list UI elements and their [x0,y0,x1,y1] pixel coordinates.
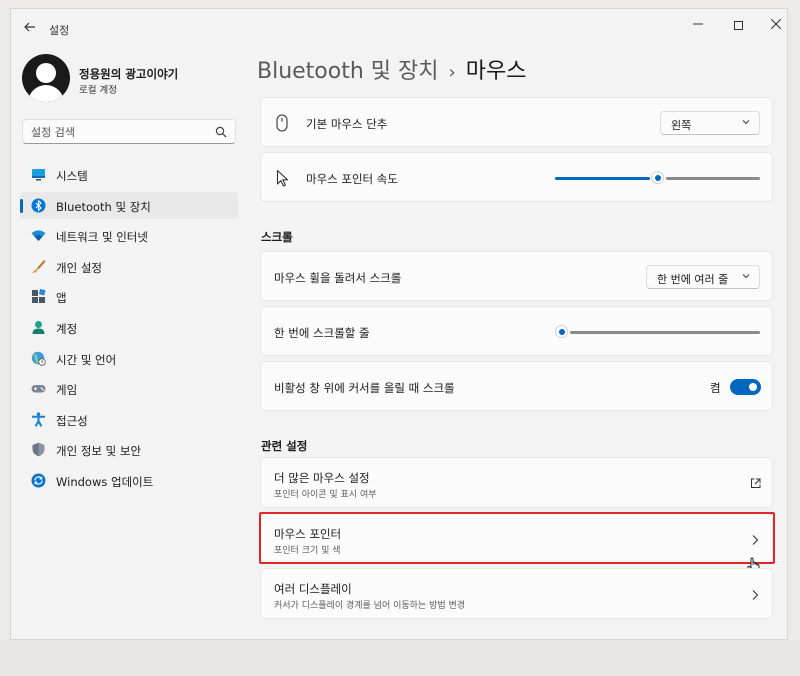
slider-fill [555,177,650,180]
title-bar: 설정 [11,9,787,49]
update-icon [31,473,46,488]
avatar[interactable] [22,54,70,102]
accessibility-icon [32,412,45,427]
chevron-down-icon [742,274,750,279]
slider-track [570,331,760,334]
inactive-scroll-toggle[interactable] [730,379,761,395]
pointer-icon [276,169,289,187]
maximize-icon [733,21,743,30]
setting-primary-mouse-button: 기본 마우스 단추 왼쪽 [260,97,773,147]
sidebar-item-bluetooth[interactable]: Bluetooth 및 장치 [20,191,238,219]
bluetooth-icon [31,198,46,213]
slider-thumb[interactable] [651,171,664,184]
slider-track [666,177,760,180]
dropdown-value: 한 번에 여러 줄 [657,273,729,286]
sidebar-item-label: 게임 [56,383,78,398]
related-item-title: 더 많은 마우스 설정 [274,471,370,485]
setting-inactive-window-scroll: 비활성 창 위에 커서를 올릴 때 스크롤 켬 [260,361,773,411]
settings-window: 설정 정용원의 광고이야기 로컬 계정 시스템 Bluetooth 및 장치 네… [10,8,788,640]
sidebar-item-label: 접근성 [56,413,88,428]
chevron-down-icon [742,120,750,125]
sidebar-item-label: 개인 설정 [56,260,102,275]
close-button[interactable] [761,15,787,37]
sidebar-item-accounts[interactable]: 계정 [20,314,238,341]
toggle-state-label: 켬 [710,381,721,395]
section-title-scroll: 스크롤 [261,230,293,244]
setting-label: 비활성 창 위에 커서를 올릴 때 스크롤 [274,381,455,395]
wheel-scroll-dropdown[interactable]: 한 번에 여러 줄 [646,265,760,289]
mouse-icon [276,114,288,132]
setting-label: 한 번에 스크롤할 줄 [274,326,370,340]
primary-button-dropdown[interactable]: 왼쪽 [660,111,760,135]
sidebar-item-privacy[interactable]: 개인 정보 및 보안 [20,436,238,463]
setting-label: 마우스 휠을 돌려서 스크롤 [274,271,402,285]
sidebar-item-personalization[interactable]: 개인 설정 [20,253,238,280]
desktop-background [0,640,800,676]
dropdown-value: 왼쪽 [671,119,692,132]
sidebar-item-label: Windows 업데이트 [56,474,154,489]
related-item-mouse-pointer[interactable]: 마우스 포인터 포인터 크기 및 색 [260,513,773,563]
sidebar-item-time-language[interactable]: 시간 및 언어 [20,345,238,372]
settings-search[interactable] [22,119,236,144]
gaming-icon [31,385,46,393]
scroll-lines-slider[interactable] [555,325,760,339]
sidebar-item-label: 네트워크 및 인터넷 [56,230,148,245]
sidebar-item-update[interactable]: Windows 업데이트 [20,467,238,494]
sidebar-nav: 시스템 Bluetooth 및 장치 네트워크 및 인터넷 개인 설정 앱 계정… [20,161,238,498]
related-item-subtitle: 포인터 크기 및 색 [274,546,341,556]
breadcrumb-separator: › [448,62,456,83]
related-item-title: 여러 디스플레이 [274,582,352,596]
sidebar-item-label: 개인 정보 및 보안 [56,444,142,459]
privacy-icon [32,443,45,457]
accounts-icon [32,320,45,334]
sidebar-item-apps[interactable]: 앱 [20,283,238,310]
account-type: 로컬 계정 [79,85,117,96]
active-indicator [20,198,23,213]
back-arrow-icon[interactable] [19,20,41,38]
slider-thumb[interactable] [555,325,568,338]
sidebar-item-network[interactable]: 네트워크 및 인터넷 [20,222,238,249]
chevron-right-icon [752,535,759,545]
user-name: 정용원의 광고이야기 [79,67,179,81]
sidebar-item-label: Bluetooth 및 장치 [56,199,151,214]
setting-label: 기본 마우스 단추 [306,117,388,131]
network-icon [31,230,46,242]
search-input[interactable] [31,124,211,140]
setting-pointer-speed: 마우스 포인터 속도 [260,152,773,202]
app-title: 설정 [49,24,70,37]
sidebar-item-gaming[interactable]: 게임 [20,375,238,402]
maximize-button[interactable] [723,15,753,37]
related-item-multiple-displays[interactable]: 여러 디스플레이 커서가 디스플레이 경계를 넘어 이동하는 방법 변경 [260,568,773,619]
minimize-button[interactable] [683,15,713,37]
section-title-related: 관련 설정 [261,439,308,453]
related-item-subtitle: 포인터 아이콘 및 표시 여부 [274,490,377,500]
setting-label: 마우스 포인터 속도 [306,172,398,186]
sidebar-item-label: 앱 [56,291,67,306]
chevron-right-icon [752,590,759,600]
related-item-title: 마우스 포인터 [274,527,342,541]
related-item-more-mouse-settings[interactable]: 더 많은 마우스 설정 포인터 아이콘 및 표시 여부 [260,457,773,508]
apps-icon [32,289,46,304]
sidebar-item-label: 시스템 [56,169,88,183]
sidebar-item-accessibility[interactable]: 접근성 [20,406,238,433]
search-icon[interactable] [215,126,227,138]
sidebar-item-label: 계정 [56,321,78,336]
time-language-icon [31,351,46,366]
setting-wheel-scroll: 마우스 휠을 돌려서 스크롤 한 번에 여러 줄 [260,251,773,301]
system-icon [32,169,45,181]
sidebar-item-label: 시간 및 언어 [56,352,117,367]
personalization-icon [32,259,46,273]
breadcrumb-parent[interactable]: Bluetooth 및 장치 [257,59,439,84]
related-item-subtitle: 커서가 디스플레이 경계를 넘어 이동하는 방법 변경 [274,601,466,611]
sidebar-item-system[interactable]: 시스템 [20,161,238,188]
breadcrumb: Bluetooth 및 장치 › 마우스 [257,53,526,85]
pointer-speed-slider[interactable] [555,171,760,185]
page-title: 마우스 [465,59,527,84]
open-external-icon [751,478,761,488]
setting-scroll-lines: 한 번에 스크롤할 줄 [260,306,773,356]
